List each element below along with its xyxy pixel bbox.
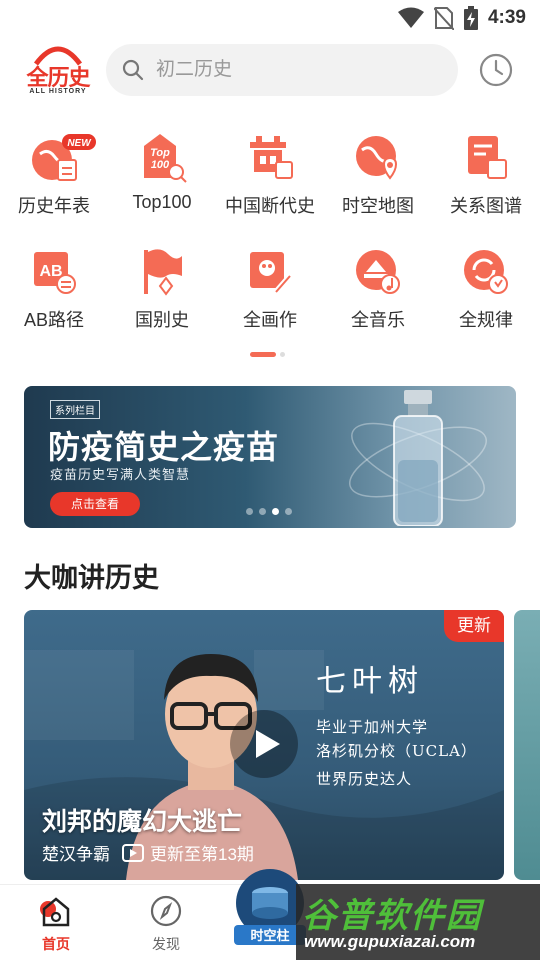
status-bar: 4:39	[0, 0, 540, 36]
grid-item-history-timeline[interactable]: NEW 历史年表	[0, 128, 108, 228]
lecture-card[interactable]: 更新 七叶树 毕业于加州大学 洛杉矶分校（UCLA） 世界历史达人 刘邦的魔幻大…	[24, 610, 504, 880]
next-lecture-card-peek[interactable]	[514, 610, 540, 880]
carousel-dot	[259, 508, 266, 515]
grid-label-history-timeline: 历史年表	[18, 196, 90, 216]
grid-item-all-music[interactable]: 全音乐	[324, 242, 432, 342]
play-icon	[256, 730, 280, 758]
search-input[interactable]	[156, 59, 416, 81]
lecture-meta: 楚汉争霸 更新至第13期	[42, 840, 254, 865]
page-dot-active	[250, 352, 276, 357]
section-title: 大咖讲历史	[24, 563, 159, 594]
grid-item-country-history[interactable]: 国别史	[108, 242, 216, 342]
carousel-dot	[246, 508, 253, 515]
compass-icon	[150, 895, 182, 927]
logo-subtext: ALL HISTORY	[29, 88, 87, 95]
grid-label-all-patterns: 全规律	[459, 310, 513, 330]
app-logo[interactable]: 全历史 ALL HISTORY	[22, 42, 94, 100]
svg-text:Top: Top	[150, 147, 170, 159]
grid-label-all-music: 全音乐	[351, 310, 405, 330]
chinese-dynasty-icon	[250, 136, 293, 179]
svg-text:时空柱: 时空柱	[250, 928, 289, 943]
grid-item-ab-path[interactable]: AB AB路径	[0, 242, 108, 342]
feature-grid-row-1: NEW 历史年表 Top 100 Top100 中国断代史 时空地图 关系图谱	[0, 128, 540, 228]
speaker-bio-line-3: 世界历史达人	[316, 770, 413, 788]
painting-icon	[250, 252, 293, 294]
grid-label-china-dynasty: 中国断代史	[225, 196, 315, 216]
nav-label-discover: 发现	[152, 936, 180, 952]
header: 全历史 ALL HISTORY	[0, 40, 540, 100]
video-icon	[122, 843, 144, 862]
wifi-icon	[397, 7, 424, 28]
banner-carousel-indicator	[246, 508, 292, 515]
banner-series-tag: 系列栏目	[50, 400, 100, 419]
status-time: 4:39	[487, 7, 526, 28]
lecture-category: 楚汉争霸	[42, 845, 110, 864]
lecture-episodes: 更新至第13期	[150, 845, 254, 864]
play-button[interactable]	[230, 710, 298, 778]
grid-label-ab-path: AB路径	[23, 310, 84, 330]
status-icons: 4:39	[397, 6, 526, 30]
watermark-title: 谷普软件园	[302, 897, 482, 935]
top100-icon: Top 100	[144, 134, 187, 183]
lecture-title: 刘邦的魔幻大逃亡	[42, 808, 243, 836]
grid-label-all-paintings: 全画作	[243, 310, 297, 330]
history-clock-icon[interactable]	[478, 52, 514, 88]
watermark-url: www.gupuxiazai.com	[304, 932, 476, 951]
ab-path-icon: AB	[34, 252, 76, 294]
search-bar[interactable]	[106, 44, 458, 96]
grid-item-top100[interactable]: Top 100 Top100	[108, 128, 216, 228]
svg-text:NEW: NEW	[67, 138, 92, 149]
relation-graph-icon	[468, 136, 507, 179]
search-icon	[122, 59, 144, 81]
feature-grid-row-2: AB AB路径 国别史 全画作 全音乐 全规律	[0, 242, 540, 342]
flag-icon	[144, 249, 182, 296]
page-dot	[280, 352, 285, 357]
promo-banner[interactable]: 系列栏目 防疫简史之疫苗 疫苗历史写满人类智慧 点击查看	[24, 386, 516, 528]
grid-label-spacetime-map: 时空地图	[342, 196, 414, 216]
carousel-dot-active	[272, 508, 279, 515]
vaccine-vial-icon	[393, 390, 443, 526]
nav-tab-discover[interactable]: 发现	[126, 895, 206, 954]
map-pin-globe-icon	[356, 136, 397, 180]
speaker-bio-line-1: 毕业于加州大学	[316, 718, 429, 736]
watermark-overlay: 谷普软件园 www.gupuxiazai.com	[296, 884, 540, 960]
grid-item-all-patterns[interactable]: 全规律	[432, 242, 540, 342]
no-sim-icon	[433, 7, 454, 30]
nav-label-home: 首页	[42, 936, 70, 952]
grid-label-top100: Top100	[132, 192, 192, 212]
grid-label-country-history: 国别史	[135, 310, 189, 330]
banner-subtitle: 疫苗历史写满人类智慧	[50, 467, 191, 482]
svg-text:100: 100	[151, 159, 170, 171]
music-icon	[356, 250, 400, 294]
grid-item-all-paintings[interactable]: 全画作	[216, 242, 324, 342]
grid-item-china-dynasty[interactable]: 中国断代史	[216, 128, 324, 228]
grid-page-indicator	[250, 352, 285, 357]
banner-title: 防疫简史之疫苗	[48, 428, 280, 466]
nav-tab-home[interactable]: 首页	[16, 895, 96, 954]
new-badge: NEW	[62, 134, 96, 150]
battery-charging-icon	[463, 6, 478, 30]
grid-item-relation-graph[interactable]: 关系图谱	[432, 128, 540, 228]
grid-label-relation-graph: 关系图谱	[450, 196, 522, 216]
update-badge: 更新	[444, 610, 504, 642]
speaker-bio-line-2: 洛杉矶分校（UCLA）	[316, 742, 477, 760]
grid-item-spacetime-map[interactable]: 时空地图	[324, 128, 432, 228]
speaker-name: 七叶树	[316, 664, 424, 699]
carousel-dot	[285, 508, 292, 515]
cycle-icon	[464, 250, 508, 294]
banner-view-button[interactable]: 点击查看	[50, 492, 140, 516]
home-icon	[40, 897, 70, 927]
